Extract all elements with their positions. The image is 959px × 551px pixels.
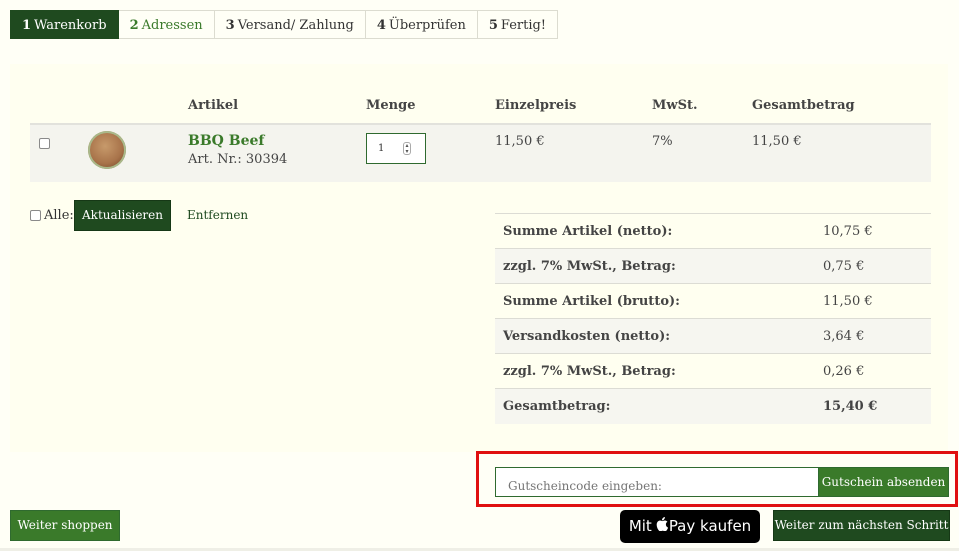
header-menge: Menge <box>366 98 416 113</box>
header-gesamtbetrag: Gesamtbetrag <box>752 98 855 113</box>
quantity-stepper[interactable]: 1 ▴ ▾ <box>366 133 426 164</box>
select-all-label: Alle: <box>44 208 74 223</box>
totals-value: 11,50 € <box>823 294 873 309</box>
item-total: 11,50 € <box>752 134 802 149</box>
totals-label: Summe Artikel (netto): <box>503 224 673 239</box>
step-label: Versand/ Zahlung <box>237 18 354 33</box>
continue-shopping-button[interactable]: Weiter shoppen <box>10 510 120 541</box>
apple-logo-icon <box>656 511 668 544</box>
totals-label: Summe Artikel (brutto): <box>503 294 680 309</box>
totals-value: 0,75 € <box>823 259 865 274</box>
update-button[interactable]: Aktualisieren <box>74 200 171 231</box>
quantity-value: 1 <box>378 143 385 154</box>
step-ueberpruefen[interactable]: 4 Überprüfen <box>365 10 478 39</box>
unit-price: 11,50 € <box>495 134 545 149</box>
step-warenkorb[interactable]: 1 Warenkorb <box>10 10 119 39</box>
next-step-button[interactable]: Weiter zum nächsten Schritt <box>773 510 950 541</box>
step-label: Fertig! <box>500 18 547 33</box>
apple-pay-prefix: Mit <box>628 517 652 535</box>
step-number: 3 <box>225 18 235 33</box>
step-number: 2 <box>129 18 139 33</box>
header-einzelpreis: Einzelpreis <box>495 98 577 113</box>
totals-row: zzgl. 7% MwSt., Betrag: 0,75 € <box>495 248 931 283</box>
apple-pay-word: Pay <box>668 517 696 535</box>
step-number: 4 <box>376 18 386 33</box>
grand-total-value: 15,40 € <box>823 399 878 414</box>
cart-table-header: Artikel Menge Einzelpreis MwSt. Gesamtbe… <box>0 92 959 124</box>
product-article-number: Art. Nr.: 30394 <box>188 152 288 167</box>
step-number: 5 <box>488 18 498 33</box>
step-fertig[interactable]: 5 Fertig! <box>477 10 559 39</box>
select-all-checkbox[interactable] <box>30 210 41 221</box>
totals-label: zzgl. 7% MwSt., Betrag: <box>503 259 676 274</box>
step-adressen[interactable]: 2 Adressen <box>118 10 215 39</box>
header-mwst: MwSt. <box>652 98 698 113</box>
step-label: Adressen <box>141 18 203 33</box>
product-image[interactable] <box>88 131 126 169</box>
header-artikel: Artikel <box>188 98 239 113</box>
step-number: 1 <box>22 18 32 33</box>
totals-row: Summe Artikel (netto): 10,75 € <box>495 213 931 248</box>
product-name-link[interactable]: BBQ Beef <box>188 133 264 149</box>
totals-row: zzgl. 7% MwSt., Betrag: 0,26 € <box>495 353 931 388</box>
step-label: Überprüfen <box>388 18 466 33</box>
apple-pay-suffix: kaufen <box>700 517 752 535</box>
step-versand-zahlung[interactable]: 3 Versand/ Zahlung <box>214 10 366 39</box>
totals-value: 3,64 € <box>823 329 865 344</box>
totals-value: 0,26 € <box>823 364 865 379</box>
totals-label: zzgl. 7% MwSt., Betrag: <box>503 364 676 379</box>
checkout-steps: 1 Warenkorb 2 Adressen 3 Versand/ Zahlung 4… <box>10 10 559 40</box>
grand-total-row: Gesamtbetrag: 15,40 € <box>495 388 931 424</box>
totals-row: Summe Artikel (brutto): 11,50 € <box>495 283 931 318</box>
grand-total-label: Gesamtbetrag: <box>503 399 611 414</box>
totals-value: 10,75 € <box>823 224 873 239</box>
totals-row: Versandkosten (netto): 3,64 € <box>495 318 931 353</box>
submit-coupon-button[interactable]: Gutschein absenden <box>818 467 949 497</box>
coupon-code-input[interactable] <box>495 467 819 497</box>
step-label: Warenkorb <box>34 18 107 33</box>
totals-label: Versandkosten (netto): <box>503 329 671 344</box>
spinner-arrows-icon[interactable]: ▴ ▾ <box>403 142 411 155</box>
remove-link[interactable]: Entfernen <box>187 208 248 222</box>
apple-pay-button[interactable]: Mit Pay kaufen <box>620 510 760 543</box>
vat-rate: 7% <box>652 134 673 149</box>
item-select-checkbox[interactable] <box>39 138 50 149</box>
